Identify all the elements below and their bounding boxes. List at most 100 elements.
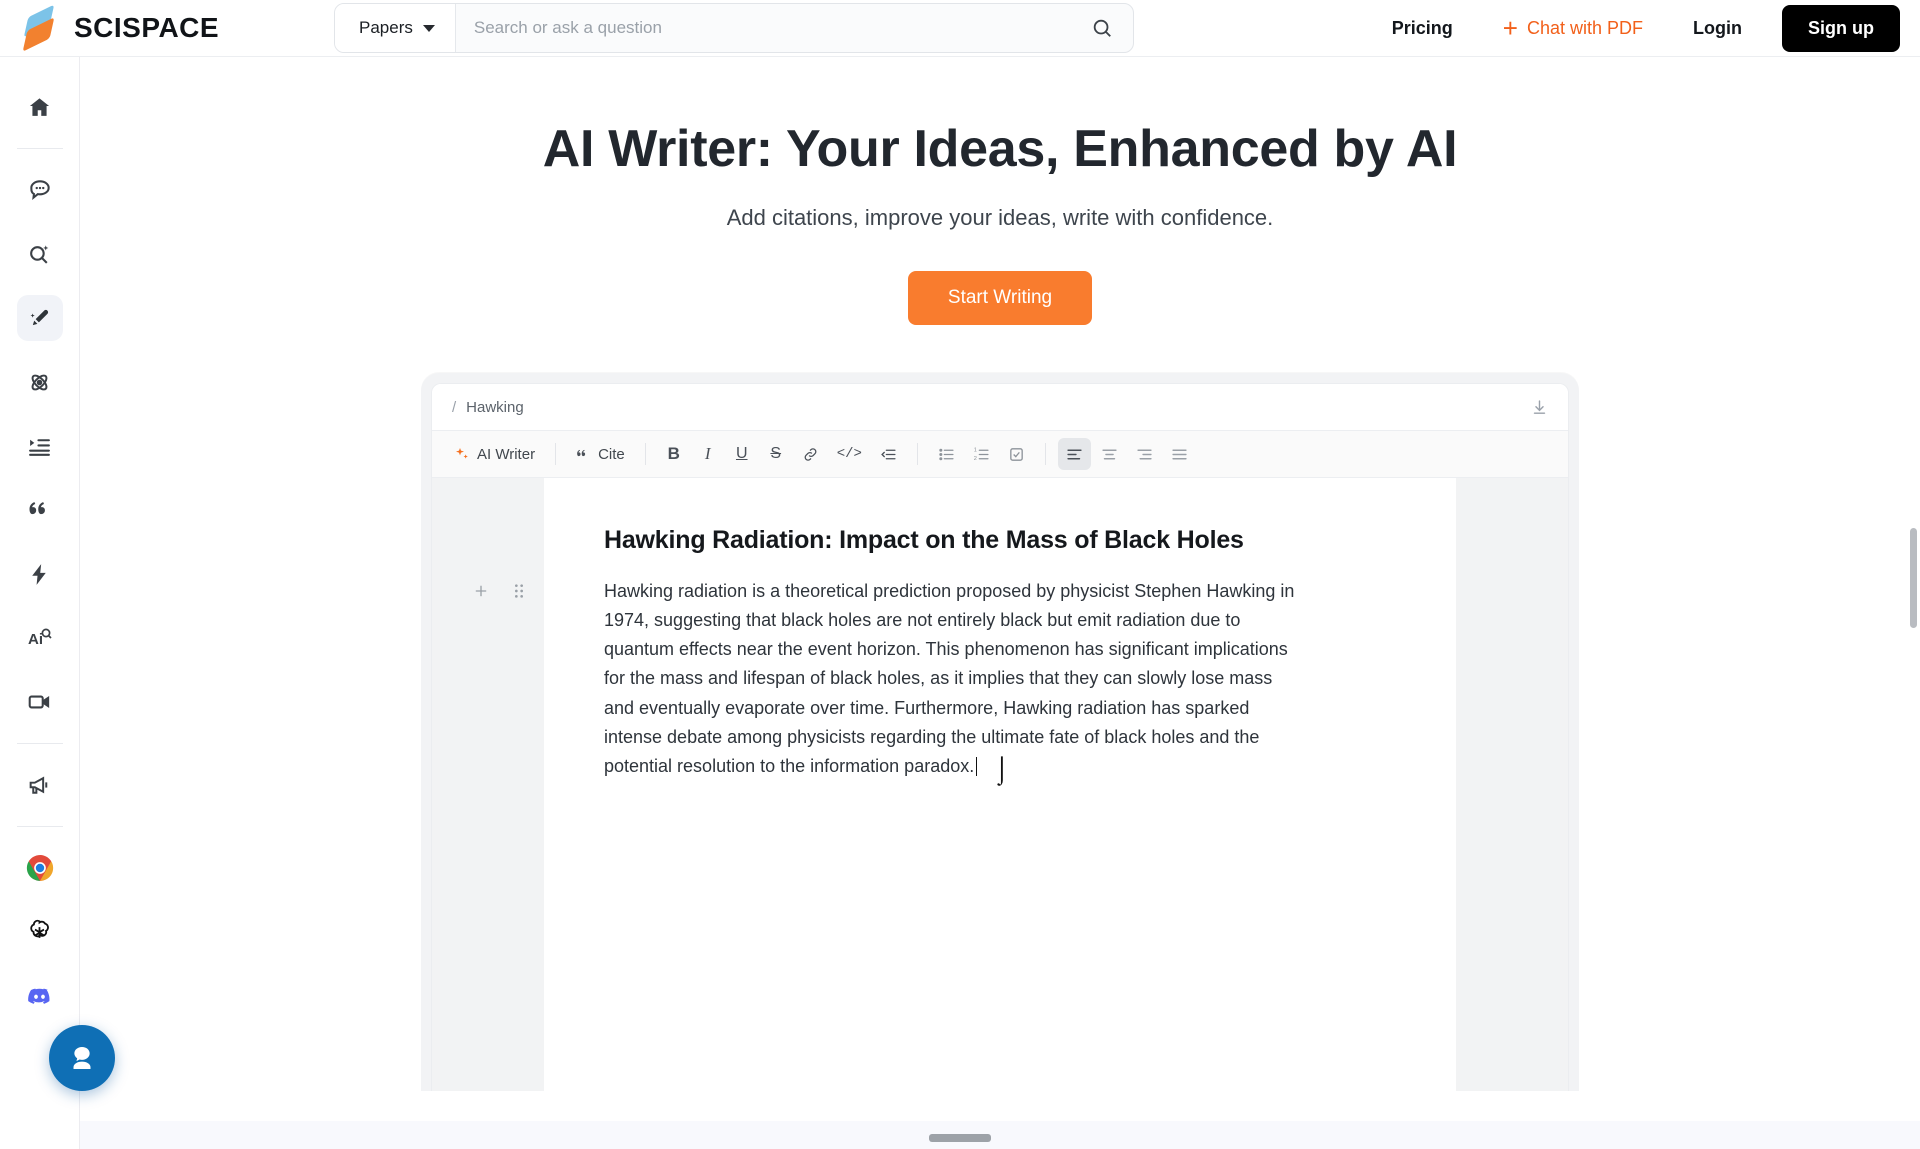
toolbar-separator bbox=[555, 443, 557, 465]
vertical-scrollbar[interactable] bbox=[1910, 528, 1917, 628]
toolbar-code-button[interactable]: </> bbox=[829, 438, 870, 470]
editor-page-area: Hawking Radiation: Impact on the Mass of… bbox=[432, 478, 1568, 1091]
document-sheet[interactable]: Hawking Radiation: Impact on the Mass of… bbox=[475, 478, 1456, 1091]
sidebar-divider bbox=[16, 743, 63, 744]
header-actions: Pricing + Chat with PDF Login Sign up bbox=[1366, 4, 1920, 52]
download-icon bbox=[1533, 399, 1546, 414]
toolbar-ai-writer-label: AI Writer bbox=[477, 445, 536, 463]
editor-toolbar: AI Writer Cite B I U S </> 1 2 bbox=[432, 430, 1568, 478]
breadcrumb-slash: / bbox=[452, 398, 457, 416]
sidebar-item-extract-data[interactable] bbox=[17, 359, 63, 405]
sidebar-item-video[interactable] bbox=[17, 679, 63, 725]
main-content: AI Writer: Your Ideas, Enhanced by AI Ad… bbox=[80, 57, 1920, 1149]
breadcrumb: / Hawking bbox=[432, 384, 1568, 430]
toolbar-separator bbox=[1044, 443, 1046, 465]
toolbar-link-button[interactable] bbox=[794, 438, 827, 470]
toolbar-checklist-button[interactable] bbox=[1000, 438, 1033, 470]
sidebar-item-home[interactable] bbox=[17, 84, 63, 130]
document-paragraph[interactable]: Hawking radiation is a theoretical predi… bbox=[604, 577, 1304, 781]
sidebar-item-ai-writer[interactable] bbox=[16, 295, 63, 341]
breadcrumb-label[interactable]: Hawking bbox=[466, 399, 524, 416]
toolbar-align-right-button[interactable] bbox=[1128, 438, 1161, 470]
search-scope-label: Papers bbox=[359, 18, 413, 37]
mouse-text-cursor: ⌡ bbox=[994, 754, 1010, 784]
support-agent-icon bbox=[73, 1046, 91, 1070]
page-title: AI Writer: Your Ideas, Enhanced by AI bbox=[542, 120, 1458, 178]
quote-icon bbox=[577, 449, 586, 456]
discord-logo-icon bbox=[28, 988, 50, 1004]
sparkle-icon bbox=[456, 448, 468, 459]
home-icon bbox=[29, 97, 50, 116]
align-center-icon bbox=[1102, 449, 1117, 459]
toolbar-numbered-list-button[interactable]: 1 2 bbox=[965, 438, 998, 470]
page-bottom-strip bbox=[80, 1121, 1920, 1149]
toolbar-separator bbox=[916, 443, 918, 465]
toolbar-cite-button[interactable]: Cite bbox=[568, 438, 633, 470]
sidebar-item-openai-gpt[interactable] bbox=[17, 909, 63, 955]
signup-button[interactable]: Sign up bbox=[1782, 4, 1900, 52]
chat-with-pdf-label: Chat with PDF bbox=[1526, 17, 1644, 38]
brand-logo[interactable]: SCISPACE bbox=[0, 4, 310, 52]
brand-name: SCISPACE bbox=[74, 12, 220, 43]
sidebar-item-citation-generator[interactable] bbox=[17, 487, 63, 533]
toolbar-align-justify-button[interactable] bbox=[1163, 438, 1196, 470]
megaphone-icon bbox=[29, 776, 48, 794]
search-icon bbox=[1093, 19, 1111, 37]
toolbar-cite-label: Cite bbox=[598, 445, 625, 463]
toolbar-strikethrough-button[interactable]: S bbox=[760, 438, 792, 470]
editor-screen: / Hawking AI Writer Cite B I U S </> 1 2… bbox=[431, 383, 1569, 1091]
sidebar-item-ai-detector[interactable]: Ai bbox=[17, 615, 63, 661]
ai-writer-pen-icon bbox=[30, 309, 49, 325]
bottom-drag-indicator[interactable] bbox=[929, 1134, 991, 1142]
support-chat-button[interactable] bbox=[49, 1025, 115, 1091]
sidebar-item-chrome-extension[interactable] bbox=[17, 845, 63, 891]
toolbar-align-center-button[interactable] bbox=[1093, 438, 1126, 470]
editor-device-frame: / Hawking AI Writer Cite B I U S </> 1 2… bbox=[421, 373, 1579, 1091]
toolbar-separator bbox=[644, 443, 646, 465]
search-scope-dropdown[interactable]: Papers bbox=[335, 4, 456, 52]
chevron-down-icon bbox=[422, 24, 435, 32]
document-title[interactable]: Hawking Radiation: Impact on the Mass of… bbox=[604, 526, 1396, 555]
toolbar-italic-button[interactable]: I bbox=[692, 438, 724, 470]
add-block-button[interactable] bbox=[472, 582, 490, 600]
toolbar-align-left-button[interactable] bbox=[1057, 438, 1091, 470]
ai-detector-icon: Ai bbox=[28, 628, 52, 648]
plus-icon bbox=[475, 585, 487, 597]
search-input[interactable] bbox=[455, 4, 1071, 52]
toolbar-outdent-button[interactable] bbox=[872, 438, 905, 470]
hero-section: AI Writer: Your Ideas, Enhanced by AI Ad… bbox=[80, 57, 1920, 325]
svg-text:Ai: Ai bbox=[28, 631, 43, 648]
sidebar-item-ai-search[interactable] bbox=[17, 231, 63, 277]
pricing-link[interactable]: Pricing bbox=[1366, 18, 1479, 39]
login-link[interactable]: Login bbox=[1667, 18, 1768, 39]
chat-bot-icon bbox=[29, 180, 50, 200]
lightning-icon bbox=[32, 563, 46, 585]
left-sidebar: Ai bbox=[0, 57, 80, 1149]
link-icon bbox=[804, 447, 817, 461]
search-bar: Papers bbox=[334, 3, 1134, 53]
sidebar-item-discord[interactable] bbox=[17, 973, 63, 1019]
align-right-icon bbox=[1137, 449, 1152, 459]
start-writing-button[interactable]: Start Writing bbox=[907, 271, 1093, 325]
bullet-list-icon bbox=[939, 448, 954, 460]
chat-with-pdf-button[interactable]: + Chat with PDF bbox=[1479, 15, 1667, 41]
outdent-icon bbox=[881, 449, 896, 459]
toolbar-bold-button[interactable]: B bbox=[658, 438, 690, 470]
molecule-icon bbox=[31, 374, 48, 390]
block-gutter bbox=[472, 582, 528, 600]
sidebar-item-chat[interactable] bbox=[17, 167, 63, 213]
toolbar-underline-button[interactable]: U bbox=[726, 438, 758, 470]
download-button[interactable] bbox=[1531, 399, 1548, 416]
drag-block-handle[interactable] bbox=[510, 582, 528, 600]
sidebar-item-announcements[interactable] bbox=[17, 762, 63, 808]
toolbar-ai-writer-button[interactable]: AI Writer bbox=[446, 438, 543, 470]
toolbar-bullet-list-button[interactable] bbox=[930, 438, 963, 470]
sidebar-item-paraphraser[interactable] bbox=[17, 551, 63, 597]
page-subtitle: Add citations, improve your ideas, write… bbox=[726, 205, 1274, 230]
sidebar-item-literature-review[interactable] bbox=[17, 423, 63, 469]
document-paragraph-text: Hawking radiation is a theoretical predi… bbox=[604, 581, 1295, 776]
indent-list-icon bbox=[29, 438, 50, 456]
search-button[interactable] bbox=[1071, 4, 1133, 52]
editor-preview: / Hawking AI Writer Cite B I U S </> 1 2… bbox=[80, 373, 1920, 1091]
chrome-logo-icon bbox=[26, 855, 53, 881]
